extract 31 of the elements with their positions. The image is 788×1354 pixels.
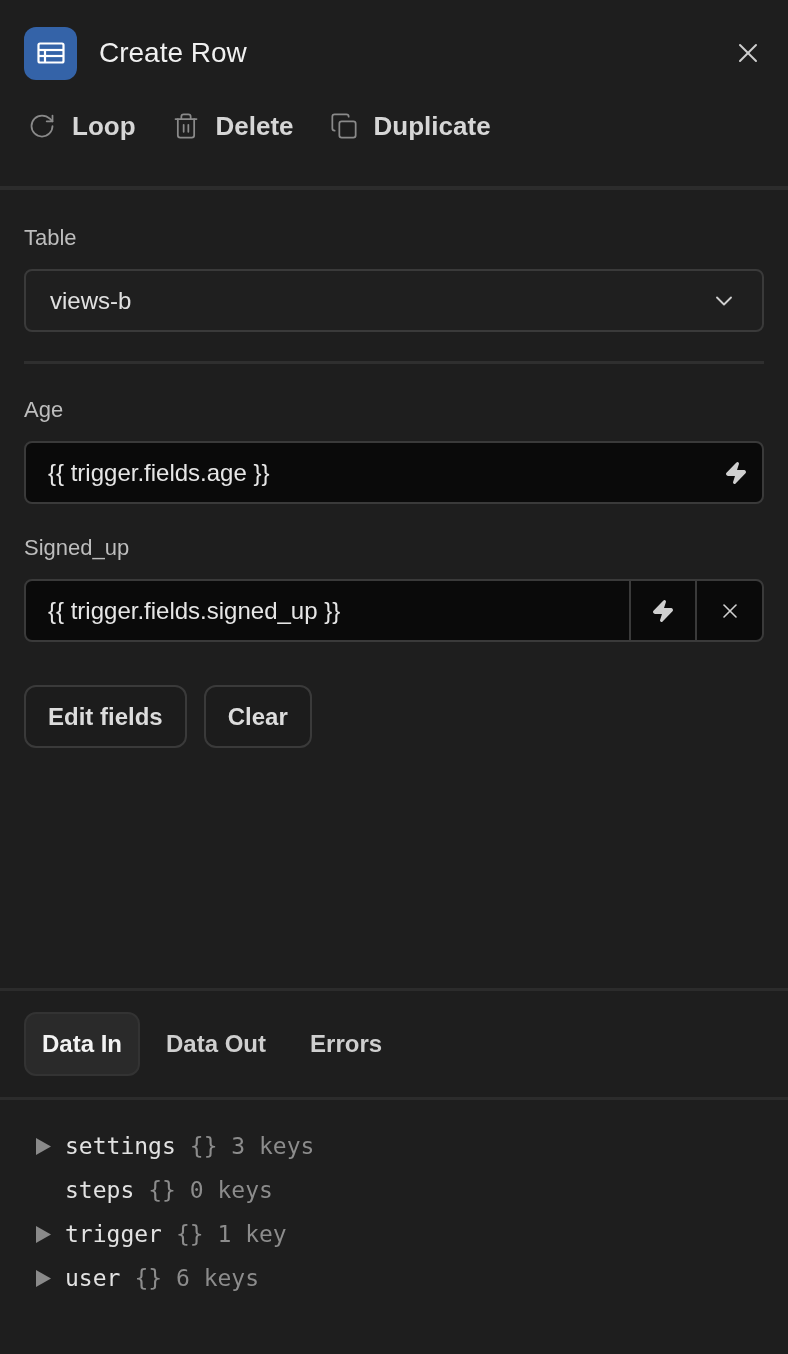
lightning-icon bbox=[724, 460, 748, 485]
table-select[interactable]: views-b bbox=[24, 269, 764, 332]
action-button[interactable]: Duplicate bbox=[329, 106, 491, 146]
tree-key[interactable]: user bbox=[65, 1260, 121, 1296]
panel-title: Create Row bbox=[99, 36, 247, 70]
tree-summary: {} 1 key bbox=[175, 1219, 287, 1249]
tree-key[interactable]: trigger bbox=[65, 1216, 162, 1252]
field-label: Signed_up bbox=[24, 534, 131, 562]
tree-summary: {} 3 keys bbox=[189, 1131, 315, 1161]
tree-summary: {} 0 keys bbox=[148, 1175, 273, 1205]
refresh-icon bbox=[28, 112, 56, 140]
tab[interactable]: Data Out bbox=[148, 1012, 285, 1076]
copy-icon bbox=[329, 112, 358, 140]
expand-arrow-icon[interactable] bbox=[36, 1137, 51, 1155]
field-label: Table bbox=[24, 224, 78, 252]
tree-key[interactable]: settings bbox=[65, 1128, 176, 1164]
tab[interactable]: Errors bbox=[292, 1012, 401, 1076]
action-button[interactable]: Loop bbox=[28, 106, 136, 146]
expand-arrow-icon[interactable] bbox=[36, 1225, 51, 1243]
expand-arrow-icon[interactable] bbox=[36, 1269, 51, 1287]
action-button[interactable]: Edit fields bbox=[24, 685, 187, 748]
binding-input[interactable]: {{ trigger.fields.signed_up }} bbox=[26, 581, 629, 640]
lightning-icon bbox=[651, 598, 675, 623]
tab[interactable]: Data In bbox=[24, 1012, 140, 1076]
table-icon bbox=[24, 26, 77, 80]
tree-key[interactable]: steps bbox=[65, 1172, 135, 1208]
field-label: Age bbox=[24, 396, 65, 424]
binding-field[interactable]: {{ trigger.fields.signed_up }} bbox=[24, 579, 764, 642]
action-button[interactable]: Clear bbox=[203, 685, 312, 748]
tree-summary: {} 6 keys bbox=[134, 1263, 259, 1293]
action-button[interactable]: Delete bbox=[171, 106, 294, 146]
